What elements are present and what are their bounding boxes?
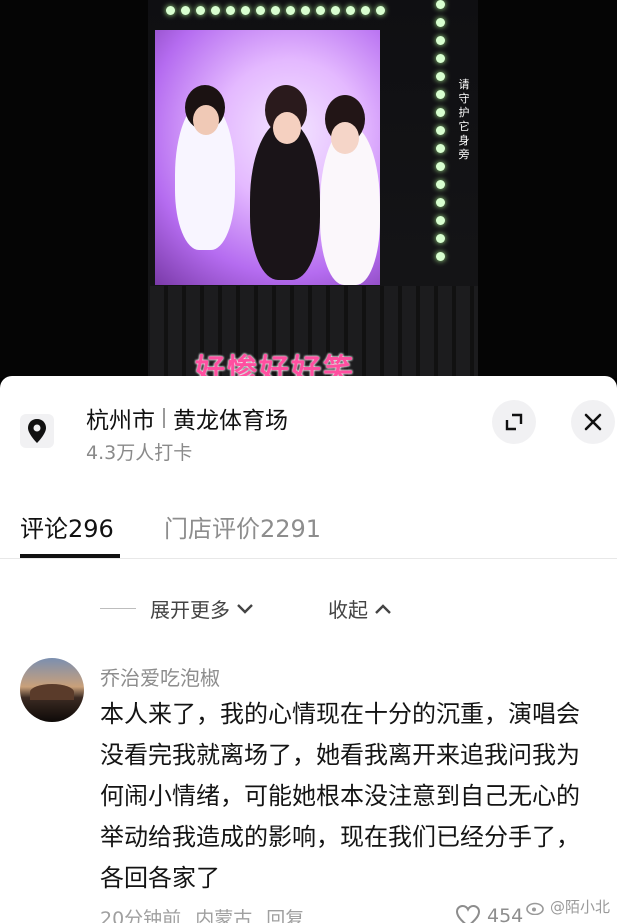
- concert-screen: [155, 30, 380, 285]
- venue-name: 黄龙体育场: [173, 408, 288, 434]
- checkin-count: 4.3万人打卡: [86, 442, 193, 464]
- avatar[interactable]: [20, 658, 84, 722]
- location-sheet: 杭州市 黄龙体育场 4.3万人打卡 评论296 门店评价2291 展开更多 收起: [0, 376, 617, 923]
- collapse-button[interactable]: 收起: [328, 594, 392, 623]
- fold-controls: 展开更多 收起: [0, 594, 617, 624]
- video-caption: 好惨好好笑: [195, 353, 355, 378]
- comment-region: 内蒙古: [195, 908, 253, 923]
- expand-button[interactable]: [492, 400, 536, 444]
- title-divider: [163, 408, 165, 428]
- expand-more-label: 展开更多: [150, 598, 230, 622]
- comment-username[interactable]: 乔治爱吃泡椒: [100, 662, 220, 691]
- city-name: 杭州市: [86, 408, 155, 434]
- weibo-watermark: @陌小北: [526, 896, 610, 917]
- collapse-label: 收起: [328, 598, 368, 622]
- location-pin-icon: [20, 414, 54, 448]
- location-title[interactable]: 杭州市 黄龙体育场: [86, 402, 288, 434]
- comment-meta: 20分钟前 内蒙古 回复: [100, 904, 304, 923]
- tab-bar: 评论296 门店评价2291: [0, 496, 617, 559]
- comment-time: 20分钟前: [100, 908, 182, 923]
- reply-button[interactable]: 回复: [266, 904, 304, 923]
- heart-icon: [455, 904, 481, 923]
- close-icon: [584, 413, 602, 431]
- fold-divider-line: [100, 608, 136, 609]
- tab-store-reviews[interactable]: 门店评价2291: [164, 496, 321, 556]
- stage-lights-top: [166, 4, 396, 16]
- like-count: 454: [487, 905, 524, 923]
- like-button[interactable]: 454: [455, 904, 523, 923]
- comment-text: 本人来了，我的心情现在十分的沉重，演唱会没看完我就离场了，她看我离开来追我问我为…: [100, 700, 580, 892]
- expand-icon: [505, 413, 523, 431]
- video-player[interactable]: 请守护它身旁 好惨好好笑: [0, 0, 617, 378]
- active-tab-indicator: [20, 554, 120, 558]
- stage-lights-column: [434, 0, 446, 280]
- tab-comments[interactable]: 评论296: [20, 496, 114, 556]
- expand-more-button[interactable]: 展开更多: [150, 594, 254, 623]
- chevron-down-icon: [237, 603, 253, 614]
- screen-side-text: 请守护它身旁: [458, 78, 470, 161]
- chevron-up-icon: [375, 603, 391, 614]
- close-button[interactable]: [571, 400, 615, 444]
- weibo-logo-icon: [526, 902, 544, 915]
- watermark-text: @陌小北: [550, 898, 611, 916]
